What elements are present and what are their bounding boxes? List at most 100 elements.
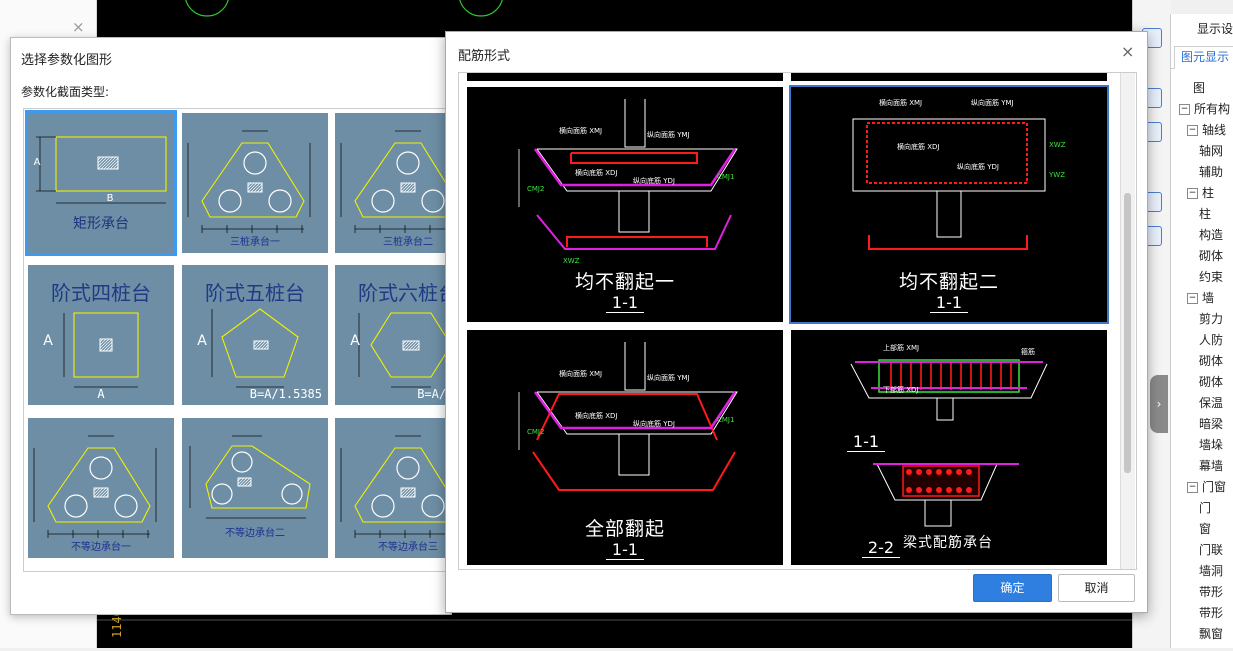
dialog-title: 配筋形式 xyxy=(458,49,511,64)
tree-item-label: 人防 xyxy=(1199,333,1224,347)
shape-option-uneq2[interactable]: 不等边承台二 xyxy=(182,418,328,558)
svg-text:横向底筋 XDJ: 横向底筋 XDJ xyxy=(575,168,617,177)
tree-item[interactable]: − 门窗 xyxy=(1187,477,1226,498)
tree-item[interactable]: − 墙 xyxy=(1187,288,1214,309)
svg-text:纵向面筋 YMJ: 纵向面筋 YMJ xyxy=(971,98,1014,107)
tree-item[interactable]: 人防 xyxy=(1199,330,1223,351)
option-label: 均不翻起二 xyxy=(898,271,999,293)
svg-text:下部筋 XDJ: 下部筋 XDJ xyxy=(883,385,918,394)
shape-option-tri2[interactable]: 三桩承台二 xyxy=(335,113,452,253)
scrollbar-thumb[interactable] xyxy=(1124,193,1131,473)
svg-text:横向面筋 XMJ: 横向面筋 XMJ xyxy=(879,98,922,107)
shape-caption: 三桩承台一 xyxy=(230,237,280,248)
tree-item[interactable]: 砌体 xyxy=(1199,372,1223,393)
tree-item[interactable]: 约束 xyxy=(1199,267,1223,288)
tree-item[interactable]: 门联 xyxy=(1199,540,1223,561)
tree-item[interactable]: 辅助 xyxy=(1199,162,1223,183)
tab-element-display[interactable]: 图元显示 xyxy=(1174,46,1233,69)
shape-caption: 不等边承台一 xyxy=(71,542,131,553)
tree-item[interactable]: 柱 xyxy=(1199,204,1211,225)
tree-item[interactable]: 幕墙 xyxy=(1199,456,1223,477)
svg-text:CMJ1: CMJ1 xyxy=(717,416,734,424)
svg-text:横向底筋 XDJ: 横向底筋 XDJ xyxy=(575,411,617,420)
tree-item-label: 窗 xyxy=(1199,522,1212,536)
shape-option-step4[interactable]: 阶式四桩台 A A xyxy=(28,265,174,405)
tree-item[interactable]: − 轴线 xyxy=(1187,120,1226,141)
dim-label-a: A xyxy=(43,333,53,349)
tree-item[interactable]: 砌体 xyxy=(1199,351,1223,372)
tree-item[interactable]: 门 xyxy=(1199,498,1211,519)
tree-item-label: 剪力 xyxy=(1199,312,1224,326)
shape-option-uneq1[interactable]: 不等边承台一 xyxy=(28,418,174,558)
svg-text:CMJ1: CMJ1 xyxy=(717,173,734,181)
dialog-title: 选择参数化图形 xyxy=(21,53,113,68)
cancel-button[interactable]: 取消 xyxy=(1058,574,1135,602)
expand-toggle-icon[interactable]: − xyxy=(1187,482,1198,493)
rebar-option-4[interactable]: 上部筋 XMJ 下部筋 XDJ 箍筋 梁式配筋承台 2-2 1-1 xyxy=(791,330,1107,565)
tree-item-label: 砌体 xyxy=(1199,354,1224,368)
tree-item[interactable]: − 柱 xyxy=(1187,183,1214,204)
expand-toggle-icon[interactable]: − xyxy=(1179,104,1190,115)
shape-option-uneq3[interactable]: 不等边承台三 xyxy=(335,418,452,558)
tree-item[interactable]: 暗梁 xyxy=(1199,414,1223,435)
option-partial-top xyxy=(791,73,1107,81)
tree-item-label: 幕墙 xyxy=(1199,459,1224,473)
tree-item[interactable]: 墙洞 xyxy=(1199,561,1223,582)
collapse-chevron-icon[interactable]: › xyxy=(1150,375,1168,433)
section-mark-top: 1-1 xyxy=(791,432,941,452)
svg-text:XWZ: XWZ xyxy=(563,257,580,265)
shape-option-step6[interactable]: 阶式六桩台 B=A/1.73 A xyxy=(335,265,453,405)
section-mark: 1-1 xyxy=(467,293,783,313)
svg-text:纵向面筋 YMJ: 纵向面筋 YMJ xyxy=(647,373,690,382)
tree-item[interactable]: 构造 xyxy=(1199,225,1223,246)
tree-item[interactable]: 墙垛 xyxy=(1199,435,1223,456)
shape-option-step5[interactable]: 阶式五桩台 B=A/1.5385 A xyxy=(182,265,328,405)
shape-option-rect[interactable]: 矩形承台 A B xyxy=(25,110,177,256)
shape-title: 阶式六桩台 xyxy=(358,281,453,305)
shape-diagram xyxy=(340,435,452,538)
section-mark-text: 1-1 xyxy=(605,540,645,560)
expand-toggle-icon[interactable]: − xyxy=(1187,293,1198,304)
shape-caption: 矩形承台 xyxy=(73,216,129,232)
tree-item-label: 飘窗 xyxy=(1199,627,1224,641)
tree-item[interactable]: − 所有构 xyxy=(1179,99,1230,120)
rebar-option-2[interactable]: 横向面筋 XMJ 纵向面筋 YMJ 横向底筋 XDJ 纵向底筋 YDJ XWZ YWZ 均不… xyxy=(789,85,1109,324)
tree-item-label: 带形 xyxy=(1199,606,1224,620)
svg-text:上部筋 XMJ: 上部筋 XMJ xyxy=(883,343,919,352)
tree-item-label: 砌体 xyxy=(1199,249,1224,263)
tree-item[interactable]: 窗 xyxy=(1199,519,1211,540)
close-icon[interactable]: × xyxy=(1121,42,1134,61)
close-icon[interactable]: × xyxy=(72,18,85,36)
select-shape-dialog: 选择参数化图形 参数化截面类型: 矩形承台 A B 三桩承台一 三桩承台二 阶式四桩台 A A… xyxy=(10,37,453,615)
option-partial-top xyxy=(467,73,783,81)
vertical-scrollbar[interactable] xyxy=(1120,73,1135,569)
svg-text:纵向底筋 YDJ: 纵向底筋 YDJ xyxy=(957,162,999,171)
section-mark: 2-2 xyxy=(791,538,971,558)
expand-toggle-icon[interactable]: − xyxy=(1187,125,1198,136)
tree-item[interactable]: 飘窗 xyxy=(1199,624,1223,645)
expand-toggle-icon[interactable]: − xyxy=(1187,188,1198,199)
tree-item[interactable]: 保温 xyxy=(1199,393,1223,414)
tree-item[interactable]: 带形 xyxy=(1199,603,1223,624)
svg-text:横向底筋 XDJ: 横向底筋 XDJ xyxy=(897,142,939,151)
tree-item-label: 墙垛 xyxy=(1199,438,1224,452)
shape-option-tri1[interactable]: 三桩承台一 xyxy=(182,113,328,253)
shape-diagram xyxy=(187,130,311,233)
rebar-form-dialog: 配筋形式 × 横向面筋 XMJ 纵向面筋 YMJ 横向底筋 XDJ 纵向底筋 YDJ C… xyxy=(445,31,1148,613)
tree-item[interactable]: 剪力 xyxy=(1199,309,1223,330)
svg-text:横向面筋 XMJ: 横向面筋 XMJ xyxy=(559,126,602,135)
tree-item-label: 柱 xyxy=(1202,186,1215,200)
tree-item[interactable]: 轴网 xyxy=(1199,141,1223,162)
rebar-option-1[interactable]: 横向面筋 XMJ 纵向面筋 YMJ 横向底筋 XDJ 纵向底筋 YDJ CMJ2 CMJ1… xyxy=(467,87,783,322)
tree-item-label: 所有构 xyxy=(1194,102,1231,116)
rebar-option-3[interactable]: 横向面筋 XMJ 纵向面筋 YMJ 横向底筋 XDJ 纵向底筋 YDJ CMJ2 CMJ1… xyxy=(467,330,783,565)
ok-button[interactable]: 确定 xyxy=(973,574,1052,602)
tree-item-label: 门窗 xyxy=(1202,480,1227,494)
tree-item[interactable]: 砌体 xyxy=(1199,246,1223,267)
tree-item[interactable]: 图 xyxy=(1193,78,1205,99)
tree-item[interactable]: 带形 xyxy=(1199,582,1223,603)
section-mark-text: 1-1 xyxy=(846,432,886,452)
rebar-options-area: 横向面筋 XMJ 纵向面筋 YMJ 横向底筋 XDJ 纵向底筋 YDJ CMJ2 CMJ1… xyxy=(458,72,1137,570)
panel-title: 显示设 xyxy=(1197,22,1233,36)
tree-item-label: 暗梁 xyxy=(1199,417,1224,431)
